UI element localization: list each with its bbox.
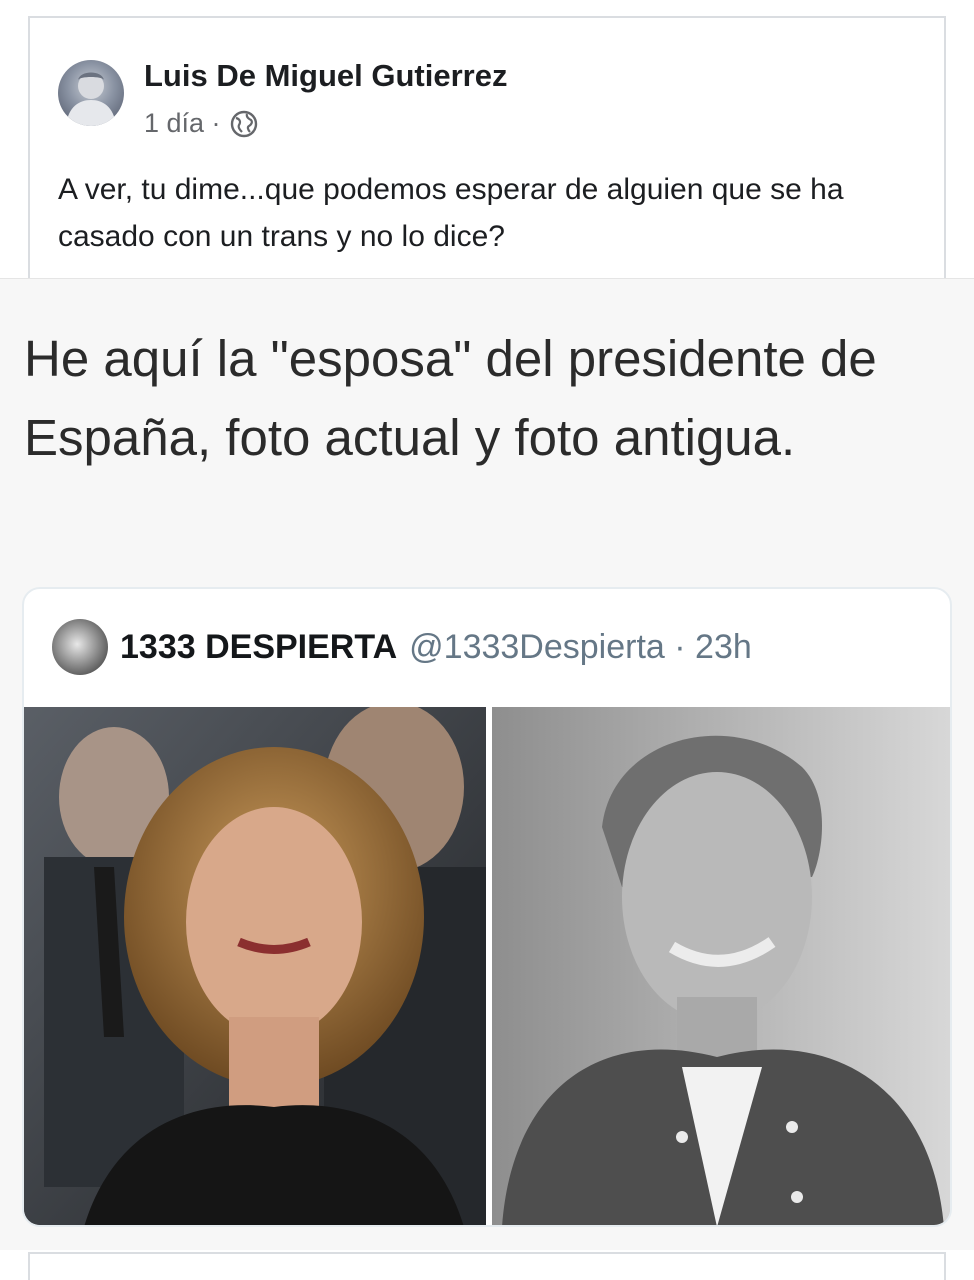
tweet-account-name: 1333 DESPIERTA [120,627,398,666]
tweet-header: 1333 DESPIERTA @1333Despierta · 23h [52,619,752,675]
tweet-avatar [52,619,108,675]
photo-woman-color [24,707,486,1225]
next-post-card [28,1252,946,1280]
author-name[interactable]: Luis De Miguel Gutierrez [144,58,507,94]
post-time[interactable]: 1 día · [144,108,221,139]
post-text: A ver, tu dime...que podemos esperar de … [58,173,844,253]
screenshot-page: Luis De Miguel Gutierrez 1 día · A ver, … [0,0,974,1280]
tweet-photos [24,707,950,1225]
globe-icon [229,109,259,139]
meme-headline: He aquí la "esposa" del presidente de Es… [24,330,877,466]
shared-image[interactable]: He aquí la "esposa" del presidente de Es… [0,278,974,1250]
embedded-tweet: 1333 DESPIERTA @1333Despierta · 23h [22,587,952,1227]
tweet-handle: @1333Despierta · 23h [409,627,752,666]
author-avatar[interactable] [58,60,124,126]
post-meta: 1 día · [144,108,259,139]
facebook-post-card: Luis De Miguel Gutierrez 1 día · A ver, … [28,16,946,278]
photo-man-bw [492,707,950,1225]
